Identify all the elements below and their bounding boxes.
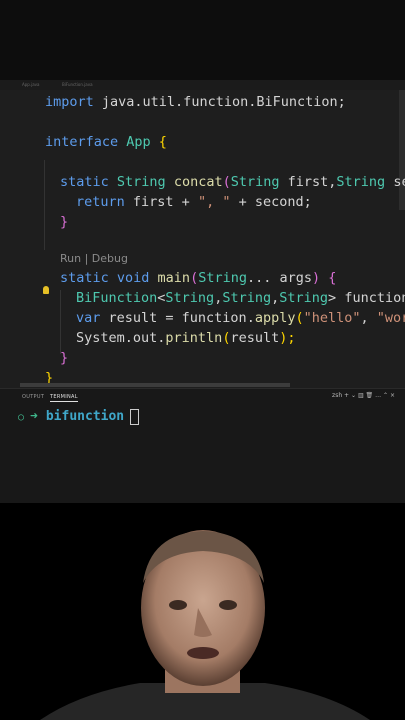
chevron-down-icon[interactable]: ⌄: [351, 392, 356, 399]
tab-app-java[interactable]: App.java: [22, 82, 39, 87]
chevron-up-icon[interactable]: ⌃: [383, 392, 388, 399]
code-line-println: System.out.println(result);: [76, 330, 296, 346]
terminal-prompt[interactable]: ○ ➜ bifunction: [18, 407, 140, 428]
trash-icon[interactable]: 🗑: [366, 392, 374, 399]
top-black-area: [0, 0, 405, 80]
terminal-toolbar: zsh + ⌄ ▥ 🗑 … ⌃ ×: [332, 392, 395, 399]
prompt-directory: bifunction: [45, 409, 125, 424]
code-line-close-main: }: [60, 350, 69, 366]
indent-guide: [60, 290, 61, 354]
split-terminal-icon[interactable]: ▥: [358, 392, 364, 399]
codelens-debug-link[interactable]: Debug: [92, 252, 128, 265]
tab-output[interactable]: OUTPUT: [22, 394, 44, 400]
codelens-run-link[interactable]: Run: [60, 252, 81, 265]
prompt-status-dot-icon: ○: [18, 412, 25, 423]
code-line-return: return first + ", " + second;: [76, 194, 312, 210]
code-line-interface: interface App {: [45, 134, 167, 150]
code-line-import: import java.util.function.BiFunction;: [45, 94, 346, 110]
terminal-shell-label[interactable]: zsh: [332, 392, 342, 399]
presenter-video: [0, 503, 405, 720]
code-line-bifunction-decl: BiFunction<String,String,String> functio…: [76, 290, 405, 306]
code-line-concat-signature: static String concat(String first,String…: [60, 174, 405, 190]
code-line-main-signature: static void main(String... args) {: [60, 270, 337, 286]
new-terminal-icon[interactable]: +: [344, 392, 349, 399]
indent-guide: [44, 160, 45, 250]
tab-terminal[interactable]: TERMINAL: [50, 394, 78, 402]
code-line-close-brace: }: [60, 214, 69, 230]
terminal-cursor: [130, 408, 140, 425]
codelens-run-debug: Run | Debug: [60, 252, 128, 265]
horizontal-scrollbar[interactable]: [20, 383, 290, 387]
code-editor[interactable]: import java.util.function.BiFunction; in…: [0, 90, 405, 388]
vertical-scrollbar[interactable]: [399, 90, 405, 210]
terminal-panel: OUTPUT TERMINAL zsh + ⌄ ▥ 🗑 … ⌃ × ○ ➜ bifu…: [0, 388, 405, 504]
presenter-photo: [0, 503, 405, 720]
code-line-apply: var result = function.apply("hello", "wo…: [76, 310, 405, 326]
lightbulb-icon[interactable]: [43, 286, 49, 294]
more-icon[interactable]: …: [375, 392, 381, 399]
close-icon[interactable]: ×: [390, 392, 395, 399]
tab-bifunction-java[interactable]: BiFunction.java: [62, 82, 93, 87]
editor-tab-strip: App.java BiFunction.java: [0, 80, 405, 90]
prompt-arrow: ➜: [30, 409, 38, 424]
